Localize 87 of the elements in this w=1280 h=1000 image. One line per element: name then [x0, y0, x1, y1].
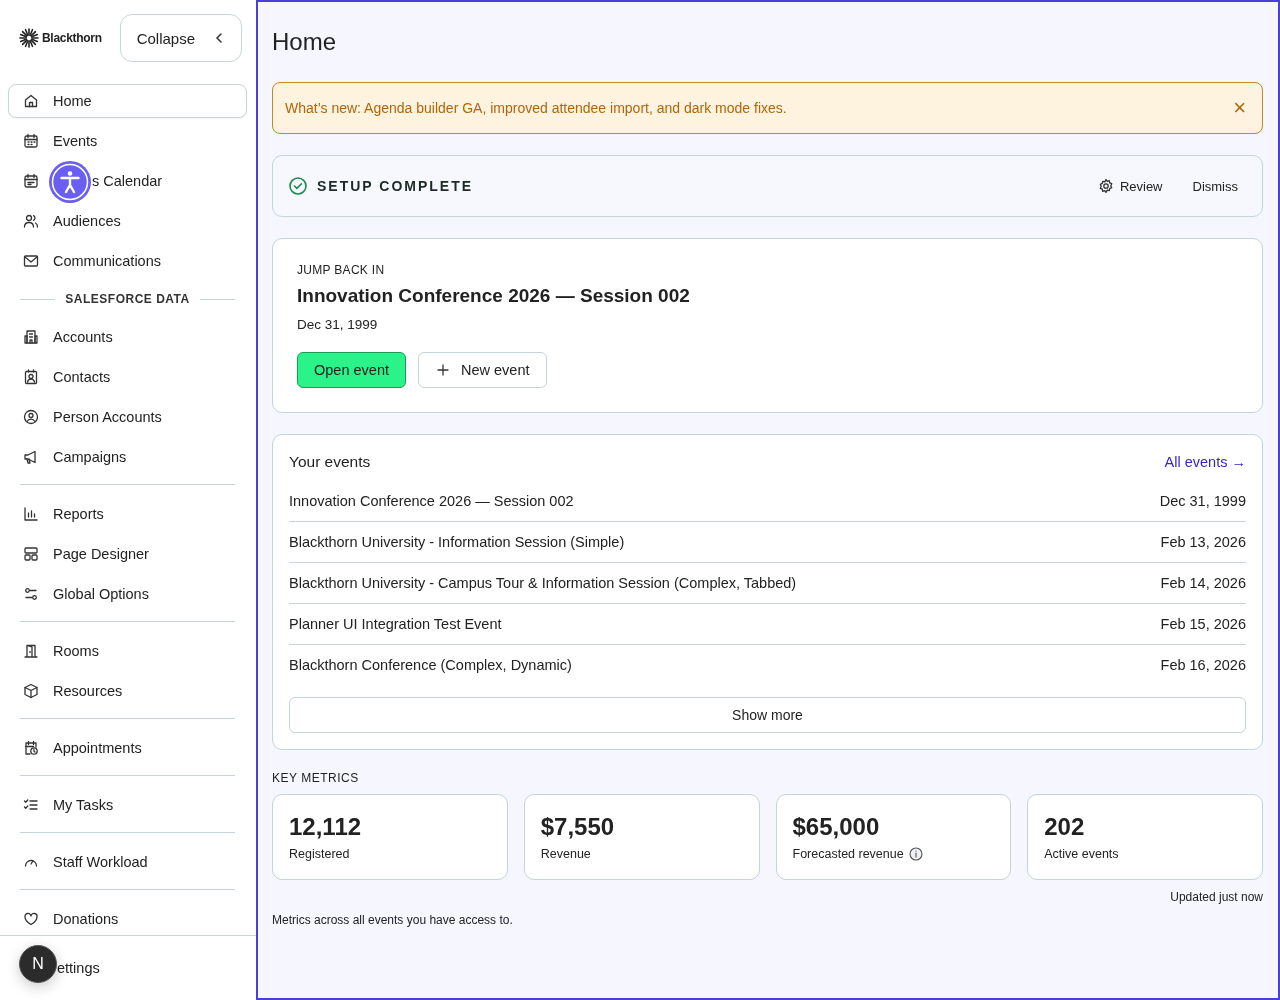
cube-icon	[23, 683, 39, 699]
event-row[interactable]: Blackthorn University - Information Session (Simple) Feb 13, 2026	[289, 522, 1246, 563]
metric-value: $65,000	[792, 813, 881, 841]
info-icon[interactable]	[908, 847, 923, 861]
user-circle-icon	[23, 409, 39, 425]
nav-item[interactable]: Events	[8, 124, 247, 158]
dismiss-button[interactable]: Dismiss	[1180, 172, 1250, 200]
review-button[interactable]: Review	[1085, 172, 1175, 200]
nav-item[interactable]: Appointments	[8, 731, 247, 765]
nav-item[interactable]: Resources	[8, 674, 247, 708]
metric-value: $7,550	[540, 813, 616, 841]
show-more-button[interactable]: Show more	[289, 697, 1246, 733]
brand-name: Blackthorn	[42, 31, 102, 45]
gear-icon	[1097, 178, 1114, 194]
setup-status: SETUP COMPLETE	[317, 178, 474, 194]
new-event-button[interactable]: New event	[418, 352, 547, 388]
event-row[interactable]: Blackthorn University - Campus Tour & Information Session (Complex, Tabbed) Feb 14, 2026	[289, 563, 1246, 604]
checklist-icon	[23, 797, 39, 813]
door-icon	[23, 643, 39, 659]
close-button[interactable]: ×	[1233, 97, 1246, 119]
mail-icon	[23, 253, 39, 269]
all-events-link[interactable]: All events →	[1164, 454, 1246, 470]
sliders-icon	[23, 586, 39, 602]
nav-item[interactable]: Communications	[8, 244, 247, 278]
event-date: Dec 31, 1999	[297, 317, 379, 332]
nav-item[interactable]: Person Accounts	[8, 400, 247, 434]
nav-item[interactable]: Contacts	[8, 360, 247, 394]
nav-item[interactable]: Home	[8, 84, 247, 118]
event-name: Innovation Conference 2026 — Session 002	[289, 493, 574, 509]
calendar-clock-icon	[23, 740, 39, 756]
calendar-icon	[23, 173, 39, 189]
nav-item[interactable]: Staff Workload	[8, 845, 247, 879]
announcement-text: What’s new: Agenda builder GA, improved attendee import, and dark mode fixes.	[285, 100, 787, 116]
event-date: Feb 13, 2026	[1160, 534, 1246, 550]
event-date: Dec 31, 1999	[1159, 493, 1246, 509]
avatar[interactable]: N	[19, 945, 57, 983]
card-title: Your events	[289, 453, 371, 471]
building-icon	[23, 329, 39, 345]
plus-icon	[435, 362, 451, 378]
calendar-icon	[23, 133, 39, 149]
event-date: Feb 16, 2026	[1160, 657, 1246, 673]
nav-item[interactable]: Rooms	[8, 634, 247, 668]
heart-icon	[23, 911, 39, 927]
metric-value: 12,112	[289, 813, 363, 841]
metrics-note: Metrics across all events you have access to.	[272, 913, 514, 927]
open-event-button[interactable]: Open event	[297, 352, 406, 388]
section-label: JUMP BACK IN	[297, 263, 386, 277]
nav-item[interactable]: ettings	[54, 951, 115, 985]
event-row[interactable]: Planner UI Integration Test Event Feb 15, 2026	[289, 604, 1246, 645]
check-circle-icon	[289, 177, 307, 195]
layout-icon	[23, 546, 39, 562]
nav-item[interactable]: Accounts	[8, 320, 247, 354]
home-icon	[23, 93, 39, 109]
collapse-button[interactable]: Collapse	[119, 14, 242, 62]
metric-label: Revenue	[540, 847, 591, 861]
metric-label: Registered	[289, 847, 350, 861]
nav-item[interactable]: Global Options	[8, 577, 247, 611]
contact-card-icon	[23, 369, 39, 385]
nav-item[interactable]: Donations	[8, 902, 247, 936]
event-date: Feb 15, 2026	[1160, 616, 1246, 632]
metric-label: Active events	[1044, 847, 1119, 861]
megaphone-icon	[23, 449, 39, 465]
event-date: Feb 14, 2026	[1160, 575, 1246, 591]
nav-item[interactable]: Page Designer	[8, 537, 247, 571]
nav-item[interactable]: Reports	[8, 497, 247, 531]
metric-value: 202	[1044, 813, 1086, 841]
nav-item[interactable]: s Calendar	[8, 164, 247, 198]
nav-item[interactable]: Campaigns	[8, 440, 247, 474]
nav-item[interactable]: Audiences	[8, 204, 247, 238]
event-name: Blackthorn Conference (Complex, Dynamic)	[289, 657, 572, 673]
event-name: Planner UI Integration Test Event	[289, 616, 502, 632]
event-row[interactable]: Blackthorn Conference (Complex, Dynamic) Feb 16, 2026	[289, 645, 1246, 685]
starburst-logo-icon	[19, 28, 39, 48]
chevron-left-icon	[215, 32, 223, 44]
nav-item[interactable]: My Tasks	[8, 788, 247, 822]
updated-text: Updated just now	[1169, 890, 1263, 904]
event-row[interactable]: Innovation Conference 2026 — Session 002 Dec 31, 1999	[289, 481, 1246, 522]
accessibility-button-icon[interactable]	[48, 160, 92, 204]
event-name: Blackthorn University - Information Session (Simple)	[289, 534, 625, 550]
section-heading: KEY METRICS	[272, 771, 360, 785]
section-heading: SALESFORCE DATA	[65, 292, 190, 306]
people-icon	[23, 213, 39, 229]
event-name: Blackthorn University - Campus Tour & Information Session (Complex, Tabbed)	[289, 575, 797, 591]
bar-chart-icon	[23, 506, 39, 522]
page-title: Home	[272, 28, 338, 56]
metric-label: Forecasted revenue	[792, 847, 904, 861]
event-title: Innovation Conference 2026 — Session 002	[297, 285, 691, 307]
